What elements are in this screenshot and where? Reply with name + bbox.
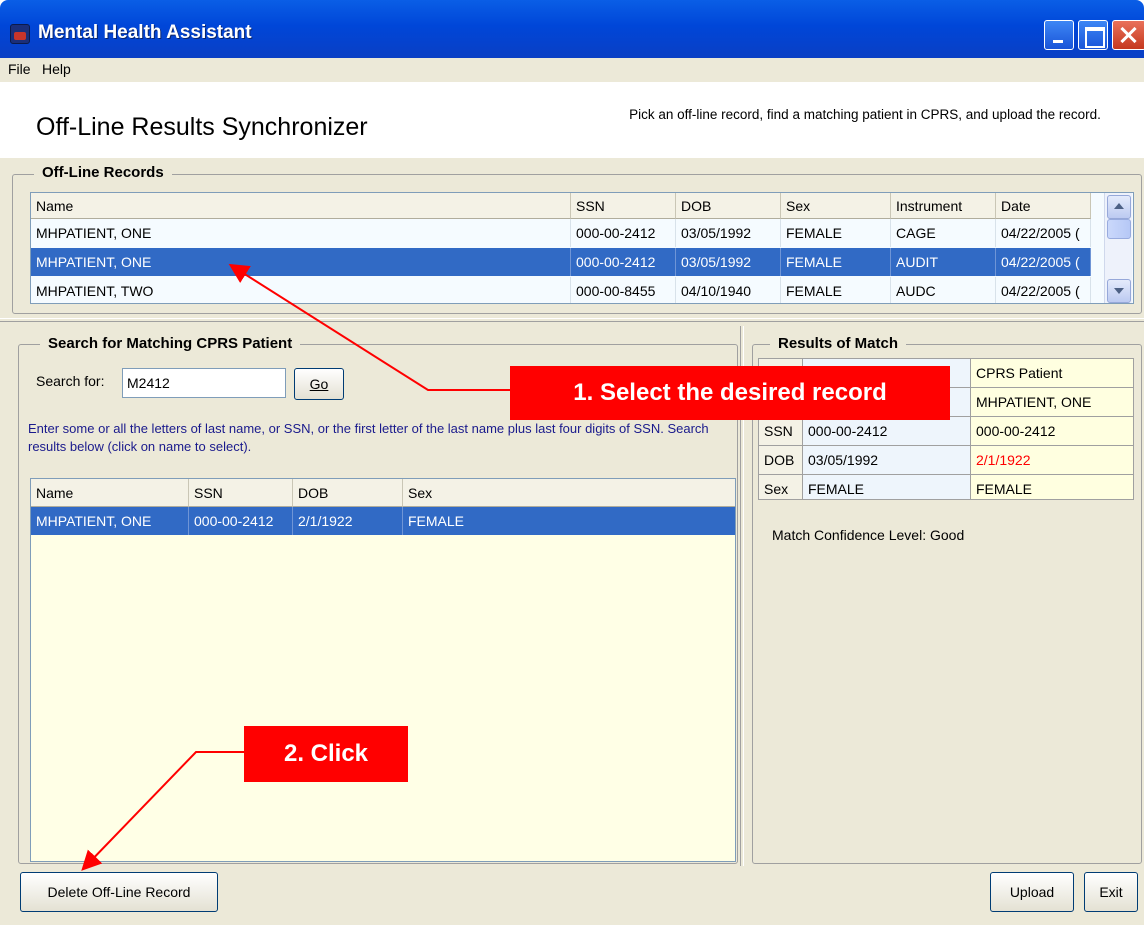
delete-button-label: Delete Off-Line Record	[47, 884, 191, 900]
scroll-up-button[interactable]	[1107, 195, 1131, 219]
cell-sex: FEMALE	[781, 219, 891, 247]
menu-help[interactable]: Help	[42, 61, 71, 77]
offline-records-legend: Off-Line Records	[34, 164, 172, 181]
search-results-list[interactable]: Name SSN DOB Sex MHPATIENT, ONE 000-00-2412 2/…	[30, 478, 736, 862]
column-header[interactable]: SSN	[571, 193, 676, 219]
cell-date: 04/22/2005 (	[996, 248, 1091, 276]
cell-sex: FEMALE	[781, 248, 891, 276]
match-offline-value: FEMALE	[803, 475, 971, 499]
offline-list-scrollbar[interactable]	[1104, 193, 1132, 303]
scroll-thumb[interactable]	[1107, 219, 1131, 239]
match-header-cell: CPRS Patient	[971, 359, 1133, 388]
cell-name: MHPATIENT, ONE	[31, 507, 189, 535]
cell-ssn: 000-00-2412	[189, 507, 293, 535]
maximize-button[interactable]	[1078, 20, 1108, 50]
results-of-match-legend: Results of Match	[770, 335, 907, 352]
cell-ssn: 000-00-8455	[571, 277, 676, 303]
menu-file[interactable]: File	[8, 61, 31, 77]
cell-dob: 03/05/1992	[676, 219, 781, 247]
cell-date: 04/22/2005 (	[996, 277, 1091, 303]
callout-click: 2. Click	[244, 726, 408, 782]
minimize-button[interactable]	[1044, 20, 1074, 50]
cell-ssn: 000-00-2412	[571, 248, 676, 276]
column-header[interactable]: DOB	[293, 479, 403, 507]
go-button-label: Go	[309, 376, 329, 392]
offline-records-list[interactable]: Name SSN DOB Sex Instrument Date MHPATIENT, ON…	[30, 192, 1134, 304]
match-key: DOB	[759, 446, 803, 475]
column-header[interactable]: DOB	[676, 193, 781, 219]
cell-dob: 04/10/1940	[676, 277, 781, 303]
go-button[interactable]: Go	[294, 368, 344, 400]
upload-button[interactable]: Upload	[990, 872, 1074, 912]
search-legend: Search for Matching CPRS Patient	[40, 335, 301, 352]
column-header[interactable]: Name	[31, 479, 189, 507]
match-key: SSN	[759, 417, 803, 446]
column-header[interactable]: Sex	[403, 479, 735, 507]
column-header[interactable]: Sex	[781, 193, 891, 219]
callout-select-record: 1. Select the desired record	[510, 366, 950, 420]
horizontal-splitter[interactable]	[0, 318, 1144, 322]
column-header[interactable]: SSN	[189, 479, 293, 507]
cell-dob: 03/05/1992	[676, 248, 781, 276]
match-cprs-value: 000-00-2412	[971, 417, 1133, 446]
upload-button-label: Upload	[1009, 884, 1055, 900]
search-label: Search for:	[36, 373, 105, 389]
cell-instrument: AUDC	[891, 277, 996, 303]
match-key: Sex	[759, 475, 803, 499]
cell-name: MHPATIENT, ONE	[31, 219, 571, 247]
cell-instrument: CAGE	[891, 219, 996, 247]
chevron-down-icon	[1114, 288, 1124, 294]
table-row[interactable]: MHPATIENT, TWO 000-00-8455 04/10/1940 FEMAL…	[31, 277, 1111, 303]
table-row-selected[interactable]: MHPATIENT, ONE 000-00-2412 03/05/1992 FEMAL…	[31, 248, 1111, 276]
cell-name: MHPATIENT, ONE	[31, 248, 571, 276]
match-cprs-value: 2/1/1922	[971, 446, 1133, 475]
cell-instrument: AUDIT	[891, 248, 996, 276]
column-header[interactable]: Date	[996, 193, 1091, 219]
cell-dob: 2/1/1922	[293, 507, 403, 535]
column-header[interactable]: Name	[31, 193, 571, 219]
search-help-text: Enter some or all the letters of last na…	[28, 421, 709, 454]
window-title: Mental Health Assistant	[38, 22, 252, 43]
cell-sex: FEMALE	[781, 277, 891, 303]
exit-button-label: Exit	[1099, 884, 1123, 900]
page-title: Off-Line Results Synchronizer	[36, 113, 368, 141]
page-description: Pick an off-line record, find a matching…	[629, 107, 1101, 122]
cell-sex: FEMALE	[403, 507, 735, 535]
match-confidence: Match Confidence Level: Good	[772, 527, 965, 543]
exit-button[interactable]: Exit	[1084, 872, 1138, 912]
cell-name: MHPATIENT, TWO	[31, 277, 571, 303]
cell-ssn: 000-00-2412	[571, 219, 676, 247]
chevron-up-icon	[1114, 203, 1124, 209]
match-offline-value: 03/05/1992	[803, 446, 971, 475]
menu-bar	[0, 58, 1144, 82]
result-row-selected[interactable]: MHPATIENT, ONE 000-00-2412 2/1/1922 FEMALE	[31, 507, 735, 535]
scroll-down-button[interactable]	[1107, 279, 1131, 303]
delete-offline-record-button[interactable]: Delete Off-Line Record	[20, 872, 218, 912]
column-header[interactable]: Instrument	[891, 193, 996, 219]
match-offline-value: 000-00-2412	[803, 417, 971, 446]
search-input[interactable]: M2412	[122, 368, 286, 398]
close-button[interactable]	[1112, 20, 1144, 50]
table-row[interactable]: MHPATIENT, ONE 000-00-2412 03/05/1992 FEMAL…	[31, 219, 1111, 247]
match-cprs-value: FEMALE	[971, 475, 1133, 499]
cell-date: 04/22/2005 (	[996, 219, 1091, 247]
app-icon	[10, 24, 30, 44]
match-cprs-value: MHPATIENT, ONE	[971, 388, 1133, 417]
